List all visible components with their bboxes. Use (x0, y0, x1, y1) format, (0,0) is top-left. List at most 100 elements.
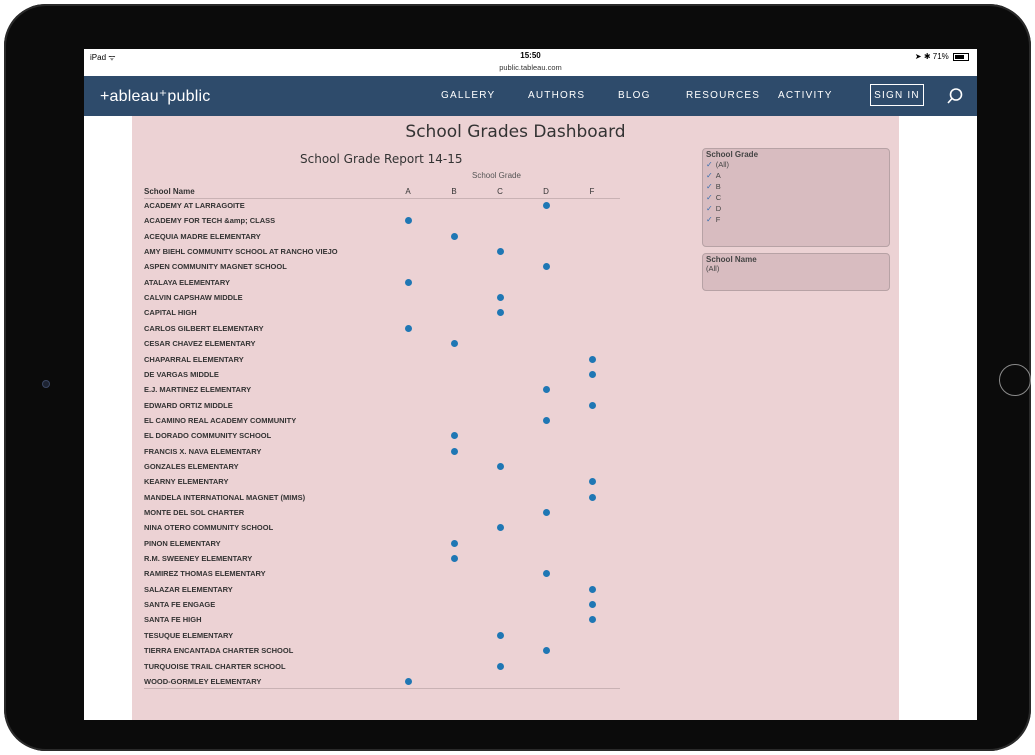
grade-dot[interactable] (588, 493, 596, 501)
grade-dot[interactable] (588, 401, 596, 409)
filter-option-label: B (715, 182, 721, 191)
school-row-label[interactable]: GONZALES ELEMENTARY (144, 462, 239, 471)
grade-dot[interactable] (496, 631, 504, 639)
school-row-label[interactable]: R.M. SWEENEY ELEMENTARY (144, 554, 252, 563)
school-row-label[interactable]: TURQUOISE TRAIL CHARTER SCHOOL (144, 662, 286, 671)
school-row-label[interactable]: EL DORADO COMMUNITY SCHOOL (144, 431, 271, 440)
school-name-header: School Name (144, 187, 195, 196)
grade-dot[interactable] (588, 370, 596, 378)
grade-dot[interactable] (542, 386, 550, 394)
school-row-label[interactable]: E.J. MARTINEZ ELEMENTARY (144, 385, 251, 394)
grade-dot[interactable] (542, 263, 550, 271)
school-row-label[interactable]: ACADEMY FOR TECH &amp; CLASS (144, 216, 275, 225)
school-row-label[interactable]: TIERRA ENCANTADA CHARTER SCHOOL (144, 646, 293, 655)
grade-dot[interactable] (588, 355, 596, 363)
grade-dot[interactable] (404, 324, 412, 332)
grade-dot[interactable] (404, 278, 412, 286)
filter-option-f[interactable]: ✓ F (703, 214, 889, 225)
grade-dot[interactable] (450, 555, 458, 563)
filter-option-b[interactable]: ✓ B (703, 181, 889, 192)
bluetooth-icon: ✱ (923, 52, 931, 61)
school-row-label[interactable]: WOOD-GORMLEY ELEMENTARY (144, 677, 261, 686)
camera-icon (42, 380, 50, 388)
nav-gallery[interactable]: GALLERY (441, 90, 495, 101)
col-header-f: F (589, 187, 595, 196)
school-name-filter[interactable]: School Name (All) (702, 253, 890, 291)
grade-dot[interactable] (542, 647, 550, 655)
sign-in-button[interactable]: SIGN IN (870, 84, 924, 106)
grade-dot[interactable] (404, 677, 412, 685)
grade-dot[interactable] (450, 340, 458, 348)
school-row-label[interactable]: ASPEN COMMUNITY MAGNET SCHOOL (144, 262, 287, 271)
school-row-label[interactable]: TESUQUE ELEMENTARY (144, 631, 233, 640)
tableau-public-logo[interactable]: +ableau⁺public (100, 86, 210, 106)
school-row-label[interactable]: CAPITAL HIGH (144, 308, 197, 317)
school-row-label[interactable]: PINON ELEMENTARY (144, 539, 221, 548)
grade-dot[interactable] (542, 416, 550, 424)
school-row-label[interactable]: CESAR CHAVEZ ELEMENTARY (144, 339, 256, 348)
school-row-label[interactable]: ACADEMY AT LARRAGOITE (144, 201, 245, 210)
nav-blog[interactable]: BLOG (618, 90, 651, 101)
school-row-label[interactable]: CARLOS GILBERT ELEMENTARY (144, 324, 264, 333)
report-title: School Grade Report 14-15 (300, 152, 463, 166)
axis-title: School Grade (472, 171, 521, 180)
address-url[interactable]: public.tableau.com (84, 63, 977, 72)
grade-dot[interactable] (450, 432, 458, 440)
nav-authors[interactable]: AUTHORS (528, 90, 585, 101)
school-row-label[interactable]: NINA OTERO COMMUNITY SCHOOL (144, 523, 273, 532)
filter-option-a[interactable]: ✓ A (703, 170, 889, 181)
filter-title: School Grade (706, 150, 759, 159)
dashboard-area: School Grades Dashboard School Grade Rep… (132, 116, 899, 720)
grade-dot[interactable] (588, 585, 596, 593)
filter-option-label: D (715, 204, 722, 213)
grade-dot[interactable] (542, 202, 550, 209)
filter-option-label: A (715, 171, 721, 180)
school-row-label[interactable]: CHAPARRAL ELEMENTARY (144, 355, 244, 364)
grade-dot[interactable] (496, 524, 504, 532)
school-row-label[interactable]: ATALAYA ELEMENTARY (144, 278, 230, 287)
grade-dot[interactable] (450, 232, 458, 240)
school-row-label[interactable]: CALVIN CAPSHAW MIDDLE (144, 293, 243, 302)
school-grade-filter[interactable]: School Grade ✓ (All) ✓ A ✓ B ✓ C ✓ D ✓ F (702, 148, 890, 247)
grade-dot[interactable] (496, 462, 504, 470)
nav-activity[interactable]: ACTIVITY (778, 90, 833, 101)
grade-dot[interactable] (404, 217, 412, 225)
school-row-label[interactable]: MANDELA INTERNATIONAL MAGNET (MIMS) (144, 493, 305, 502)
school-row-label[interactable]: EL CAMINO REAL ACADEMY COMMUNITY (144, 416, 296, 425)
school-row-label[interactable]: AMY BIEHL COMMUNITY SCHOOL AT RANCHO VIE… (144, 247, 338, 256)
search-icon[interactable] (946, 87, 964, 105)
table-bottom-divider (144, 688, 620, 689)
school-row-label[interactable]: EDWARD ORTIZ MIDDLE (144, 401, 233, 410)
school-row-label[interactable]: FRANCIS X. NAVA ELEMENTARY (144, 447, 261, 456)
school-row-label[interactable]: KEARNY ELEMENTARY (144, 477, 228, 486)
grade-dot[interactable] (496, 662, 504, 670)
school-row-label[interactable]: ACEQUIA MADRE ELEMENTARY (144, 232, 261, 241)
grade-dot[interactable] (496, 294, 504, 302)
grade-dot[interactable] (588, 601, 596, 609)
nav-resources[interactable]: RESOURCES (686, 90, 760, 101)
filter-option-c[interactable]: ✓ C (703, 192, 889, 203)
grade-dot[interactable] (588, 478, 596, 486)
grade-dot[interactable] (542, 509, 550, 516)
home-button[interactable] (999, 364, 1031, 396)
grade-dot[interactable] (496, 248, 504, 256)
school-row-label[interactable]: SANTA FE HIGH (144, 615, 202, 624)
school-row-label[interactable]: SALAZAR ELEMENTARY (144, 585, 233, 594)
grade-dot[interactable] (542, 570, 550, 578)
school-row-label[interactable]: MONTE DEL SOL CHARTER (144, 508, 244, 517)
location-icon: ➤ (914, 52, 922, 61)
check-icon: ✓ (706, 182, 713, 191)
screen: iPad ᯤ 15:50 public.tableau.com ➤ ✱ 71% … (84, 49, 977, 720)
filter-option-all[interactable]: ✓ (All) (703, 159, 889, 170)
filter-option-d[interactable]: ✓ D (703, 203, 889, 214)
grade-dot[interactable] (450, 447, 458, 455)
check-icon: ✓ (706, 171, 713, 180)
school-row-label[interactable]: DE VARGAS MIDDLE (144, 370, 219, 379)
filter-value[interactable]: (All) (703, 264, 889, 273)
battery-icon (953, 52, 969, 61)
grade-dot[interactable] (496, 309, 504, 317)
school-row-label[interactable]: RAMIREZ THOMAS ELEMENTARY (144, 569, 266, 578)
grade-dot[interactable] (450, 539, 458, 547)
grade-dot[interactable] (588, 616, 596, 624)
school-row-label[interactable]: SANTA FE ENGAGE (144, 600, 215, 609)
